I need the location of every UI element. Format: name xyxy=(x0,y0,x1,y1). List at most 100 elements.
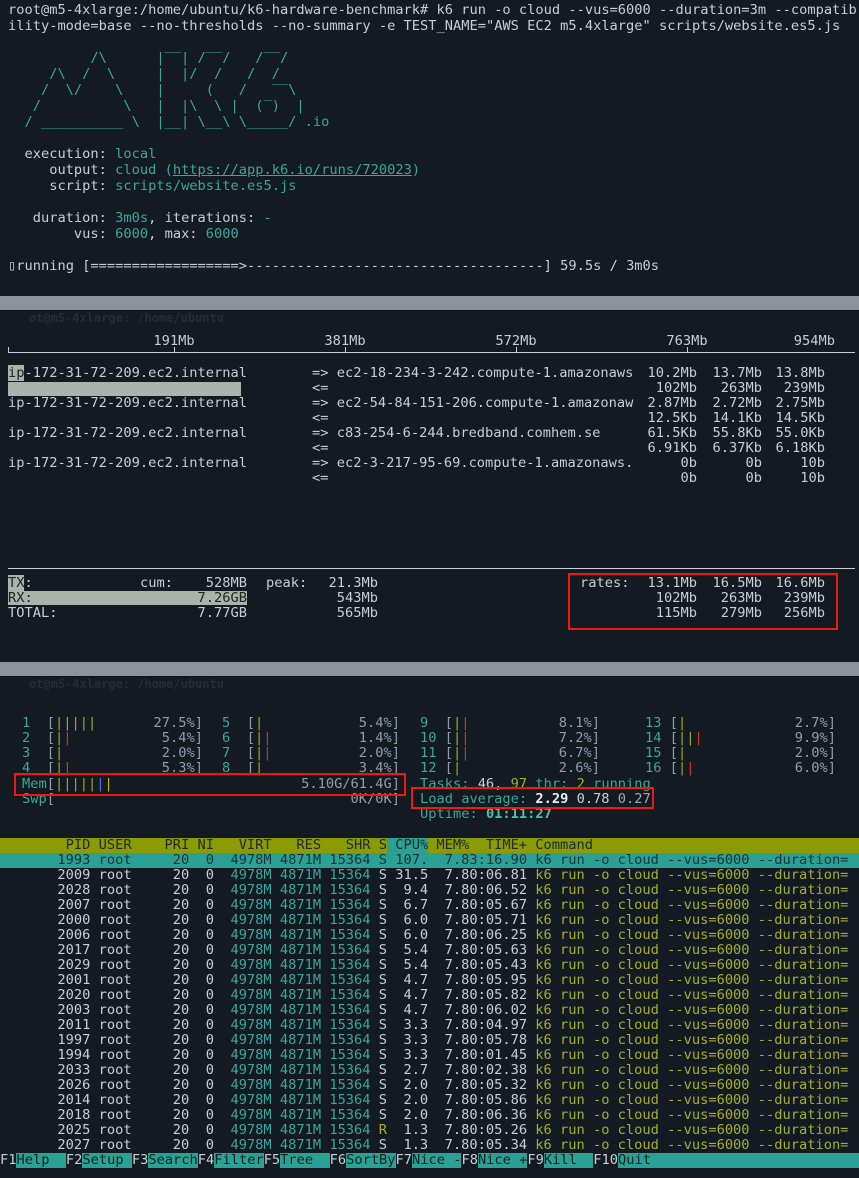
cell-pid: 2007 xyxy=(8,898,90,913)
fkey-f10[interactable]: F10 xyxy=(593,1153,618,1168)
fkey-label-nice[interactable]: Nice + xyxy=(478,1153,527,1168)
cell-shr: 15364 xyxy=(321,973,370,988)
text-segment: [==================>--------------------… xyxy=(82,258,552,274)
fkey-label-search[interactable]: Search xyxy=(148,1153,197,1168)
source-host: ip-172-31-72-209.ec2.internal xyxy=(8,456,247,471)
cell-pri: 20 xyxy=(165,868,190,883)
process-row[interactable]: 2000root2004978M4871M15364S6.07.80:05.71… xyxy=(0,913,859,928)
process-row[interactable]: 2025root2004978M4871M15364R1.37.80:05.26… xyxy=(0,1123,859,1138)
fkey-label-help[interactable]: Help xyxy=(16,1153,65,1168)
fkey-f3[interactable]: F3 xyxy=(132,1153,148,1168)
process-row[interactable]: 2027root2004978M4871M15364S1.37.80:05.34… xyxy=(0,1138,859,1153)
cell-pid: 2033 xyxy=(8,1063,90,1078)
cell-cpu: 4.7 xyxy=(387,1003,428,1018)
text-segment: 6000 xyxy=(206,226,239,242)
fkey-f6[interactable]: F6 xyxy=(330,1153,346,1168)
cell-s: R xyxy=(371,1123,387,1138)
column-header-ni[interactable]: NI xyxy=(189,838,214,853)
cpu-percent: 2.7%] xyxy=(795,716,836,731)
process-row[interactable]: 2011root2004978M4871M15364S3.37.80:04.97… xyxy=(0,1018,859,1033)
process-row[interactable]: 2028root2004978M4871M15364S9.47.80:06.52… xyxy=(0,883,859,898)
iftop-scale-line xyxy=(8,352,855,353)
fkey-f8[interactable]: F8 xyxy=(461,1153,477,1168)
column-header-virt[interactable]: VIRT xyxy=(214,838,272,853)
cell-cmd: k6 run -o cloud --vus=6000 --duration= xyxy=(535,1033,859,1048)
cpu-percent: 6.0%] xyxy=(795,761,836,776)
cell-mem: 7.8 xyxy=(428,988,469,1003)
cell-user: root xyxy=(99,988,165,1003)
iftop-connection-row[interactable]: ip-172-31-72-209.ec2.internal=> ec2-18-2… xyxy=(0,366,859,381)
fkey-label-filter[interactable]: Filter xyxy=(214,1153,263,1168)
column-header-mem[interactable]: MEM% xyxy=(428,838,469,853)
column-header-time[interactable]: TIME+ xyxy=(469,838,527,853)
cpu-number: 6 xyxy=(222,731,247,746)
fkey-f5[interactable]: F5 xyxy=(264,1153,280,1168)
cell-time: 0:02.38 xyxy=(469,1063,527,1078)
iftop-connection-row[interactable]: ip-172-31-72-209.ec2.internal=> ec2-3-21… xyxy=(0,456,859,471)
cpu-number: 16 xyxy=(645,761,670,776)
cell-user: root xyxy=(99,1018,165,1033)
cell-cpu: 31.5 xyxy=(387,868,428,883)
terminal-line: duration: 3m0s, iterations: - xyxy=(0,210,859,226)
rate-value: 6.18Kb xyxy=(745,441,825,456)
fkey-f2[interactable]: F2 xyxy=(66,1153,82,1168)
cell-ni: 0 xyxy=(189,1138,214,1153)
column-header-res[interactable]: RES xyxy=(272,838,321,853)
fkey-f9[interactable]: F9 xyxy=(527,1153,543,1168)
process-row[interactable]: 2014root2004978M4871M15364S2.07.80:05.86… xyxy=(0,1093,859,1108)
process-row[interactable]: 2020root2004978M4871M15364S4.77.80:05.82… xyxy=(0,988,859,1003)
cell-cpu: 107. xyxy=(387,853,428,868)
window-titlebar-htop[interactable]: ot@m5-4xlarge: /home/ubuntu xyxy=(0,662,859,677)
fkey-label-nice[interactable]: Nice - xyxy=(412,1153,461,1168)
cpu-usage-bars: || xyxy=(678,761,795,776)
process-row[interactable]: 2003root2004978M4871M15364S4.77.80:06.02… xyxy=(0,1003,859,1018)
column-header-pri[interactable]: PRI xyxy=(165,838,190,853)
cell-res: 4871M xyxy=(272,1003,321,1018)
column-header-cpu[interactable]: CPU% xyxy=(387,838,428,853)
process-row[interactable]: 2007root2004978M4871M15364S6.77.80:05.67… xyxy=(0,898,859,913)
process-row[interactable]: 2009root2004978M4871M15364S31.57.80:06.8… xyxy=(0,868,859,883)
annotation-box-load xyxy=(411,787,654,809)
cell-cmd: k6 run -o cloud --vus=6000 --duration= xyxy=(535,958,859,973)
fkey-label-setup[interactable]: Setup xyxy=(82,1153,131,1168)
column-header-pid[interactable]: PID xyxy=(8,838,90,853)
k6-run-link[interactable]: https://app.k6.io/runs/720023 xyxy=(173,162,412,178)
column-header-shr[interactable]: SHR xyxy=(321,838,370,853)
cell-time: 0:05.71 xyxy=(469,913,527,928)
cell-ni: 0 xyxy=(189,1048,214,1063)
process-row[interactable]: 1994root2004978M4871M15364S3.37.80:01.45… xyxy=(0,1048,859,1063)
process-row[interactable]: 2033root2004978M4871M15364S2.77.80:02.38… xyxy=(0,1063,859,1078)
process-row[interactable]: 2026root2004978M4871M15364S2.07.80:05.32… xyxy=(0,1078,859,1093)
process-row[interactable]: 2017root2004978M4871M15364S5.47.80:05.63… xyxy=(0,943,859,958)
fkey-f4[interactable]: F4 xyxy=(198,1153,214,1168)
text-segment: / \/ \ | ( / ‾‾\ xyxy=(8,82,313,98)
column-header-command[interactable]: Command xyxy=(535,838,859,853)
iftop-connection-row[interactable]: ip-172-31-72-209.ec2.internal=> ec2-54-8… xyxy=(0,396,859,411)
fkey-label-kill[interactable]: Kill xyxy=(544,1153,593,1168)
column-header-user[interactable]: USER xyxy=(99,838,165,853)
cell-pid: 1997 xyxy=(8,1033,90,1048)
cell-shr: 15364 xyxy=(321,1018,370,1033)
process-row[interactable]: 2001root2004978M4871M15364S4.77.80:05.95… xyxy=(0,973,859,988)
fkey-label-sortby[interactable]: SortBy xyxy=(346,1153,395,1168)
process-row[interactable]: 2029root2004978M4871M15364S5.47.80:05.43… xyxy=(0,958,859,973)
total-cum-value: 7.77GB xyxy=(160,606,247,621)
cell-res: 4871M xyxy=(272,943,321,958)
terminal-line: root@m5-4xlarge:/home/ubuntu/k6-hardware… xyxy=(0,2,859,18)
cell-s: S xyxy=(371,1048,387,1063)
cell-user: root xyxy=(99,943,165,958)
process-row[interactable]: 1997root2004978M4871M15364S3.37.80:05.78… xyxy=(0,1033,859,1048)
fkey-f7[interactable]: F7 xyxy=(396,1153,412,1168)
annotation-box-rates xyxy=(568,573,838,630)
fkey-label-tree[interactable]: Tree xyxy=(280,1153,329,1168)
fkey-f1[interactable]: F1 xyxy=(0,1153,16,1168)
cell-mem: 7.8 xyxy=(428,1138,469,1153)
process-row[interactable]: 2018root2004978M4871M15364S2.07.80:06.36… xyxy=(0,1108,859,1123)
fkey-label-quit[interactable]: Quit xyxy=(618,1153,859,1168)
column-header-s[interactable]: S xyxy=(371,838,387,853)
process-row[interactable]: 2006root2004978M4871M15364S6.07.80:06.25… xyxy=(0,928,859,943)
cell-cpu: 3.3 xyxy=(387,1048,428,1063)
process-row[interactable]: 1993root2004978M4871M15364S107.7.83:16.9… xyxy=(0,853,859,868)
window-titlebar-iftop[interactable]: ot@m5-4xlarge: /home/ubuntu xyxy=(0,296,859,311)
iftop-connection-row[interactable]: ip-172-31-72-209.ec2.internal=> c83-254-… xyxy=(0,426,859,441)
